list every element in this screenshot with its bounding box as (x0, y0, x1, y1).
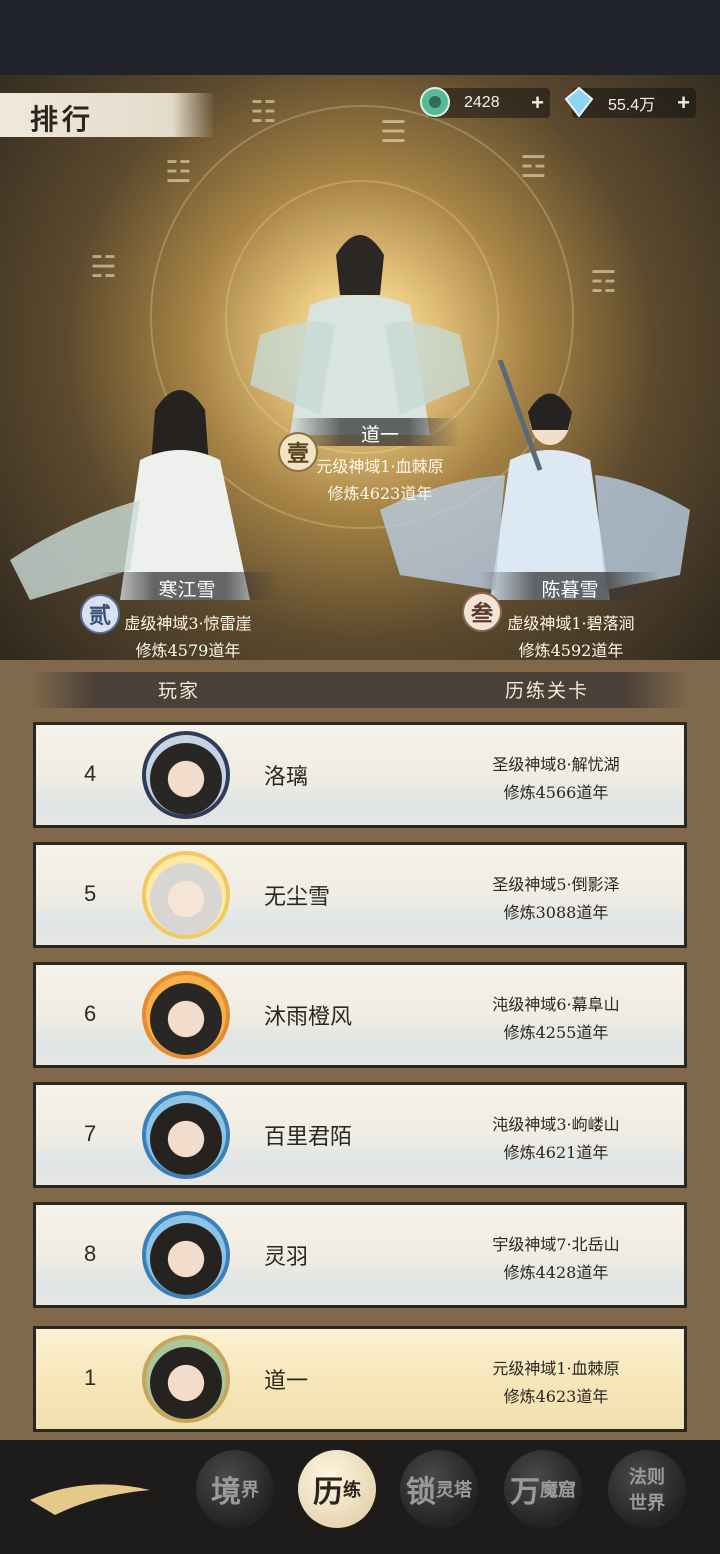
second-player-stage: 虚级神域3·惊雷崖 (124, 614, 252, 633)
add-jade-button[interactable]: + (531, 90, 544, 116)
avatar[interactable] (142, 971, 230, 1059)
third-player-stage: 虚级神域1·碧落涧 (507, 614, 635, 633)
row-years: 修炼4566道年 (503, 783, 609, 802)
second-player-years: 修炼4579道年 (135, 641, 241, 660)
nav-trial-label: 历 (313, 1475, 343, 1510)
row-rank: 8 (84, 1241, 97, 1266)
row-years: 修炼4255道年 (503, 1023, 609, 1042)
ranking-row[interactable]: 7 百里君陌 沌级神域3·岣嵝山 修炼4621道年 (33, 1082, 687, 1188)
rune-glyph: ☵ (90, 250, 117, 285)
ranking-row[interactable]: 5 无尘雪 圣级神域5·倒影泽 修炼3088道年 (33, 842, 687, 948)
stage-column-header: 历练关卡 (505, 680, 590, 702)
avatar[interactable] (142, 1211, 230, 1299)
rune-glyph: ☲ (520, 150, 547, 185)
nav-law-world-button[interactable]: 法则 世界 (608, 1450, 686, 1528)
nav-realm-button[interactable]: 境 界 (196, 1450, 274, 1528)
resource-gem: 55.4万 + (564, 86, 696, 118)
row-player-name: 道一 (264, 1369, 309, 1394)
rune-glyph: ☳ (165, 155, 192, 190)
nav-tower-sub: 灵 (436, 1480, 454, 1501)
jade-count: 2428 (464, 94, 500, 111)
ink-brush-decoration-icon (30, 1484, 150, 1515)
row-stage: 圣级神域8·解忧湖 (492, 755, 620, 774)
nav-cave-sub: 魔 (540, 1480, 558, 1501)
avatar[interactable] (142, 1091, 230, 1179)
row-player-name: 无尘雪 (264, 885, 331, 910)
row-rank: 4 (84, 761, 97, 786)
rune-glyph: ☷ (250, 95, 277, 130)
row-stage: 沌级神域6·幕阜山 (492, 995, 620, 1014)
my-ranking-row[interactable]: 1 道一 元级神域1·血棘原 修炼4623道年 (33, 1326, 687, 1432)
row-player-name: 灵羽 (264, 1245, 309, 1270)
nav-realm-label: 境 (211, 1475, 241, 1510)
crystal-gem-icon (564, 86, 594, 118)
nav-trial-button[interactable]: 历 练 (298, 1450, 376, 1528)
first-player-years: 修炼4623道年 (327, 484, 433, 503)
row-player-name: 百里君陌 (264, 1125, 353, 1150)
row-years: 修炼4621道年 (503, 1143, 609, 1162)
row-stage: 沌级神域3·岣嵝山 (492, 1115, 620, 1134)
row-stage: 圣级神域5·倒影泽 (492, 875, 620, 894)
third-player-name: 陈暮雪 (541, 579, 599, 601)
nav-cave-sub2: 窟 (558, 1480, 576, 1501)
row-stage: 宇级神域7·北岳山 (492, 1235, 620, 1254)
second-place-character[interactable] (10, 370, 290, 600)
avatar[interactable] (142, 851, 230, 939)
nav-world-label: 世界 (629, 1493, 665, 1514)
row-rank: 1 (84, 1365, 97, 1390)
nav-law-label: 法则 (629, 1467, 665, 1488)
status-bar-area (0, 0, 720, 75)
ranking-row[interactable]: 6 沐雨橙风 沌级神域6·幕阜山 修炼4255道年 (33, 962, 687, 1068)
row-years: 修炼4623道年 (503, 1387, 609, 1406)
first-player-stage: 元级神域1·血棘原 (316, 457, 444, 476)
ranking-row[interactable]: 4 洛璃 圣级神域8·解忧湖 修炼4566道年 (33, 722, 687, 828)
row-player-name: 洛璃 (264, 765, 309, 790)
nav-cave-label: 万 (510, 1475, 540, 1510)
list-header (30, 672, 690, 708)
nav-trial-sub: 练 (343, 1480, 361, 1501)
gem-count: 55.4万 (608, 97, 656, 114)
first-player-name: 道一 (360, 424, 399, 446)
nav-tower-button[interactable]: 锁 灵 塔 (400, 1450, 478, 1528)
row-years: 修炼4428道年 (503, 1263, 609, 1282)
row-rank: 7 (84, 1121, 97, 1146)
row-years: 修炼3088道年 (503, 903, 609, 922)
row-rank: 5 (84, 881, 97, 906)
page-title: 排行 (30, 103, 95, 136)
nav-realm-sub: 界 (241, 1480, 259, 1501)
rune-glyph: ☰ (380, 115, 407, 150)
nav-tower-label: 锁 (406, 1475, 436, 1510)
avatar[interactable] (142, 731, 230, 819)
nav-tower-sub2: 塔 (454, 1480, 472, 1501)
jade-token-icon (420, 87, 450, 117)
add-gem-button[interactable]: + (677, 90, 690, 116)
row-rank: 6 (84, 1001, 97, 1026)
rune-glyph: ☶ (590, 265, 617, 300)
row-stage: 元级神域1·血棘原 (492, 1359, 620, 1378)
second-player-name: 寒江雪 (158, 579, 216, 601)
ranking-row[interactable]: 8 灵羽 宇级神域7·北岳山 修炼4428道年 (33, 1202, 687, 1308)
row-player-name: 沐雨橙风 (264, 1005, 353, 1030)
player-column-header: 玩家 (158, 680, 201, 702)
third-player-years: 修炼4592道年 (518, 641, 624, 660)
avatar[interactable] (142, 1335, 230, 1423)
nav-cave-button[interactable]: 万 魔 窟 (504, 1450, 582, 1528)
resource-jade: 2428 + (420, 87, 550, 118)
